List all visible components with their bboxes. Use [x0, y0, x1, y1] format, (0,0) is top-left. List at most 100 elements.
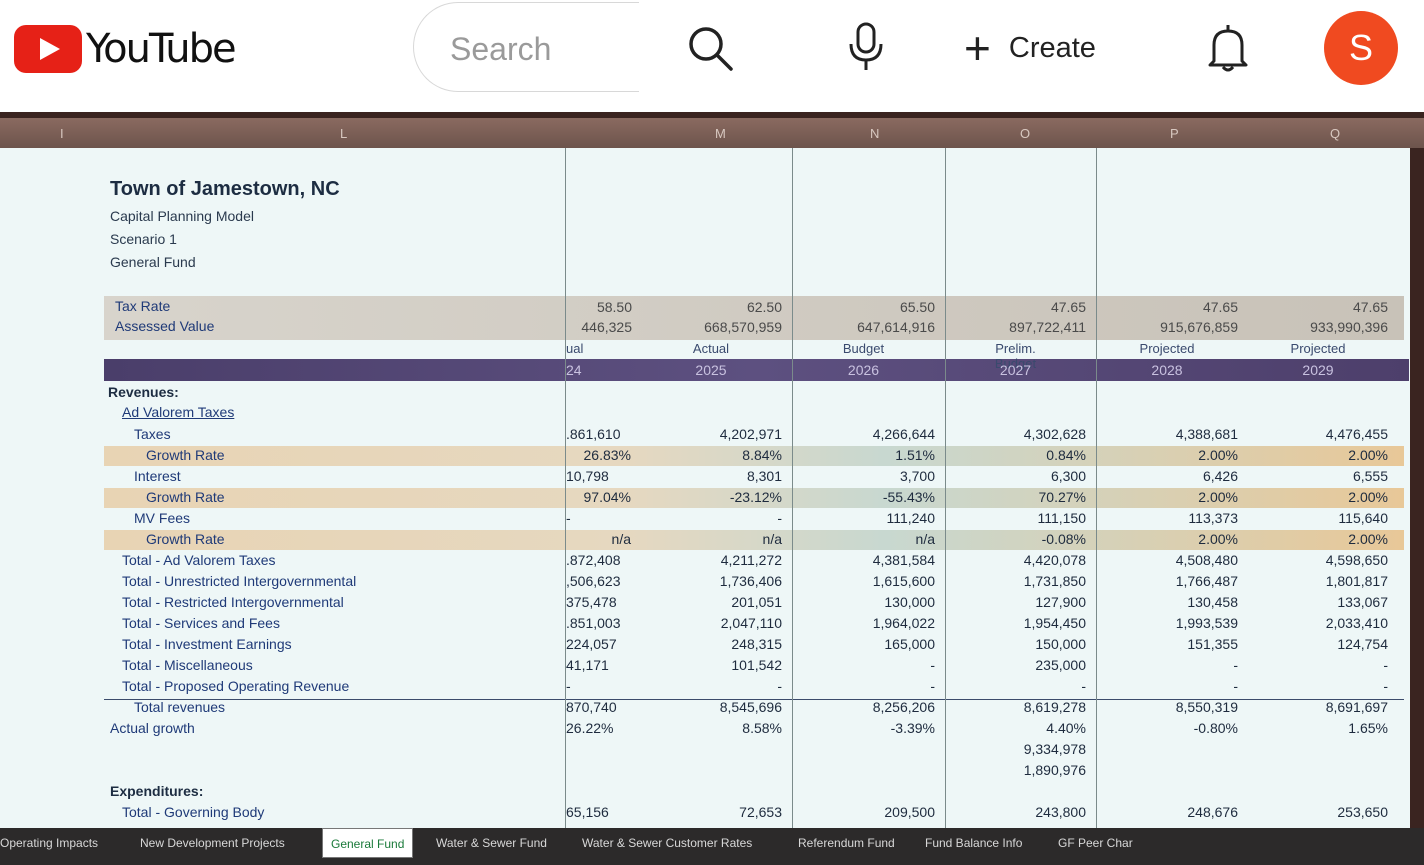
cell-value: 8,550,319: [1175, 699, 1238, 715]
sheet-subtitle: Capital Planning Model: [110, 208, 254, 224]
row-label: Expenditures:: [110, 783, 204, 799]
video-player[interactable]: I L M N O P Q Town of Jamestown, NC Capital Pl…: [0, 112, 1424, 865]
column-type-label: Projected: [1290, 341, 1346, 356]
cell-value: -3.39%: [890, 720, 935, 736]
row-label: Total - Unrestricted Intergovernmental: [122, 573, 357, 589]
cell-value: 201,051: [731, 594, 782, 610]
cell-value: 243,800: [1035, 804, 1086, 820]
row-label: MV Fees: [134, 510, 191, 526]
cell-value: 4,211,272: [720, 552, 782, 568]
tax-rate-value: 62.50: [746, 299, 782, 315]
sheet-tab[interactable]: Water & Sewer Customer Rates: [582, 836, 752, 850]
cell-value: -0.08%: [1041, 531, 1086, 547]
cell-value: 1,731,850: [1023, 573, 1086, 589]
year-label: 2028: [1151, 362, 1183, 378]
cell-value: 1.65%: [1348, 720, 1388, 736]
cell-value: 65,156: [566, 804, 609, 820]
row-label: Interest: [134, 468, 181, 484]
row-label: Total - Proposed Operating Revenue: [122, 678, 350, 694]
assessed-value: 933,990,396: [1310, 319, 1388, 335]
cell-value: 2.00%: [1348, 531, 1388, 547]
row-label: Growth Rate: [146, 489, 225, 505]
cell-value: 2,047,110: [720, 615, 782, 631]
cell-value: 111,150: [1037, 510, 1086, 526]
cell-value: -: [1383, 657, 1388, 673]
cell-value: 113,373: [1188, 510, 1238, 526]
column-letter: M: [715, 126, 726, 141]
row-label: Growth Rate: [146, 447, 225, 463]
cell-value: 26.83%: [583, 447, 631, 463]
column-letter: Q: [1330, 126, 1341, 141]
assessed-value: 915,676,859: [1160, 319, 1238, 335]
cell-value: 4.40%: [1046, 720, 1086, 736]
cell-value: 4,598,650: [1325, 552, 1388, 568]
row-label: Total - Miscellaneous: [122, 657, 253, 673]
create-button[interactable]: + Create: [964, 20, 1134, 76]
cell-value: .872,408: [566, 552, 621, 568]
year-label: 2027: [999, 362, 1032, 378]
spreadsheet: Town of Jamestown, NC Capital Planning M…: [0, 148, 1410, 828]
cell-value: 130,458: [1187, 594, 1238, 610]
cell-value: -: [930, 678, 935, 694]
sheet-tab-bar: Operating Impacts New Development Project…: [0, 828, 1424, 865]
cell-value: 115,640: [1338, 510, 1388, 526]
row-label: Total - Investment Earnings: [122, 636, 292, 652]
cell-value: 6,426: [1202, 468, 1238, 484]
row-label: Total - Ad Valorem Taxes: [122, 552, 276, 568]
cell-value: 209,500: [884, 804, 935, 820]
cell-value: 4,476,455: [1325, 426, 1388, 442]
plus-icon: +: [964, 22, 991, 74]
cell-value: 375,478: [566, 594, 617, 610]
cell-value: 4,508,480: [1175, 552, 1238, 568]
tax-rate-value: 47.65: [1202, 299, 1238, 315]
voice-search-button[interactable]: [840, 20, 892, 76]
cell-value: 127,900: [1035, 594, 1086, 610]
search-input[interactable]: [450, 29, 630, 69]
cell-value: -: [566, 510, 571, 526]
cell-value: 1,964,022: [872, 615, 935, 631]
cell-value: 253,650: [1337, 804, 1388, 820]
column-letter: O: [1020, 126, 1031, 141]
cell-value: 8,619,278: [1023, 699, 1086, 715]
youtube-logo[interactable]: YouTube: [14, 24, 237, 74]
search-box[interactable]: [413, 2, 639, 92]
cell-value: 124,754: [1337, 636, 1388, 652]
year-label: 24: [566, 362, 582, 378]
avatar[interactable]: S: [1324, 11, 1398, 85]
cell-value: -: [1233, 678, 1238, 694]
bell-icon: [1208, 25, 1248, 72]
cell-value: 41,171: [566, 657, 609, 673]
cell-value: 26.22%: [566, 720, 614, 736]
cell-value: 101,542: [731, 657, 782, 673]
youtube-header: YouTube + Create S: [0, 0, 1424, 112]
cell-value: 4,420,078: [1023, 552, 1086, 568]
search-button[interactable]: [680, 20, 740, 76]
sheet-tab[interactable]: Water & Sewer Fund: [436, 836, 547, 850]
row-label: Actual growth: [110, 720, 195, 736]
cell-value: 1,890,976: [1023, 762, 1086, 778]
avatar-letter: S: [1348, 27, 1373, 68]
column-letter: I: [60, 126, 64, 141]
tax-rate-value: 65.50: [899, 299, 935, 315]
cell-value: 4,381,584: [872, 552, 935, 568]
cell-value: 4,302,628: [1023, 426, 1086, 442]
year-label: 2025: [695, 362, 727, 378]
cell-value: -: [1233, 657, 1238, 673]
row-label: Total - Services and Fees: [122, 615, 280, 631]
cell-value: 3,700: [899, 468, 935, 484]
sheet-tab[interactable]: General Fund: [322, 828, 414, 858]
sheet-tab[interactable]: Fund Balance Info: [925, 836, 1022, 850]
sheet-tab[interactable]: New Development Projects: [140, 836, 285, 850]
cell-value: 9,334,978: [1023, 741, 1086, 757]
sheet-tab[interactable]: GF Peer Char: [1058, 836, 1133, 850]
tax-rate-value: 58.50: [596, 299, 632, 315]
assessed-value: 668,570,959: [704, 319, 782, 335]
sheet-tab[interactable]: Referendum Fund: [798, 836, 895, 850]
total-underline: [104, 699, 1404, 700]
notifications-button[interactable]: [1200, 20, 1256, 76]
sheet-subtitle: General Fund: [110, 254, 196, 270]
sheet-tab[interactable]: Operating Impacts: [0, 836, 98, 850]
cell-value: 4,202,971: [719, 426, 782, 442]
column-type-label: Actual: [692, 341, 730, 356]
cell-value: 6,555: [1352, 468, 1388, 484]
